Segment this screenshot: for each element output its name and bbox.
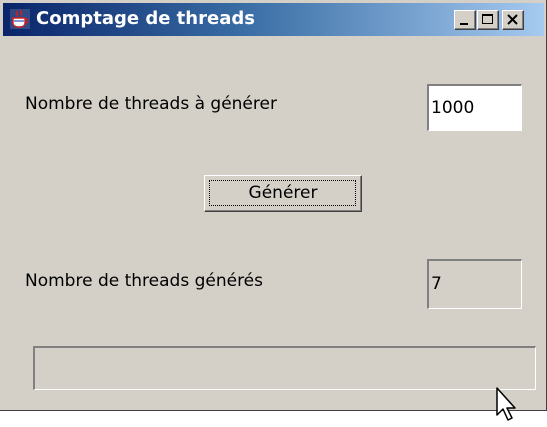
generated-count-label: Nombre de threads générés (25, 271, 263, 291)
close-button[interactable] (502, 10, 524, 30)
maximize-icon (482, 14, 493, 24)
maximize-button[interactable] (477, 10, 499, 30)
minimize-button[interactable] (454, 10, 476, 30)
minimize-icon (460, 23, 468, 25)
app-window: Comptage de threads Nombre de threads à … (0, 0, 547, 411)
close-icon (507, 14, 518, 25)
window-title: Comptage de threads (36, 8, 255, 29)
mouse-cursor-icon (496, 387, 516, 421)
generated-count-field: 7 (427, 259, 522, 309)
java-cup-icon[interactable] (10, 9, 30, 29)
progress-bar (33, 346, 536, 390)
title-bar[interactable]: Comptage de threads (3, 3, 544, 36)
generate-button[interactable]: Générer (204, 175, 362, 212)
thread-count-label: Nombre de threads à générer (25, 94, 277, 114)
thread-count-input[interactable] (427, 84, 522, 131)
generate-button-label: Générer (248, 183, 318, 203)
